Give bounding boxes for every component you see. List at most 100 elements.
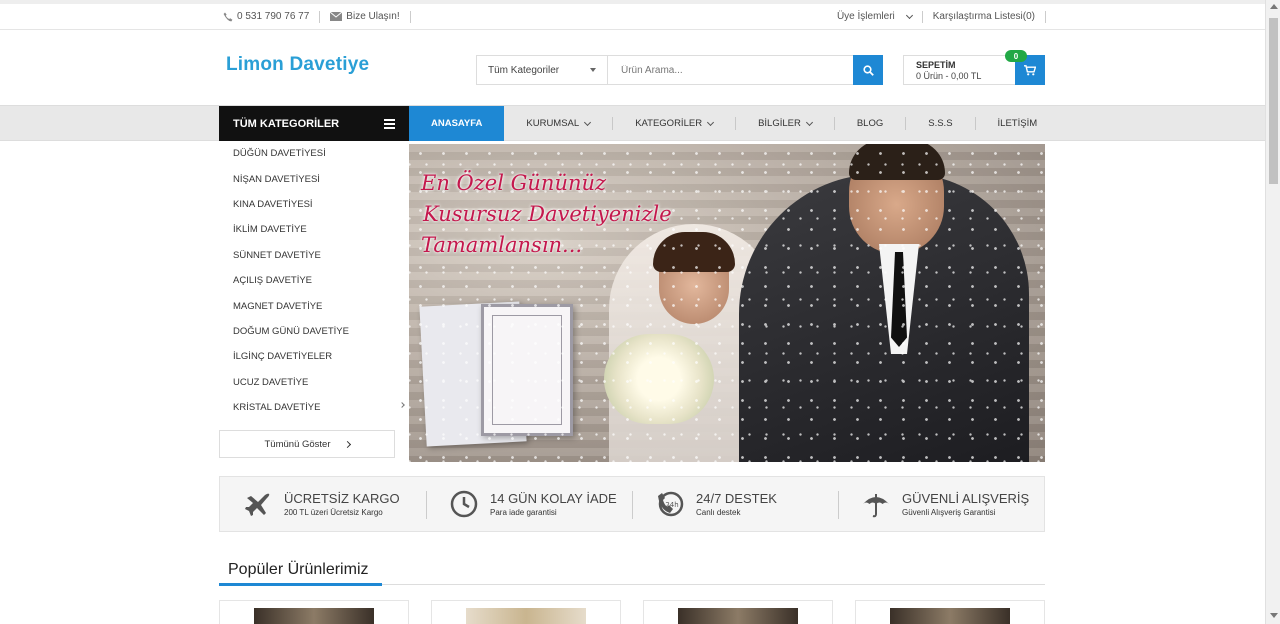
- cart-summary: 0 Ürün - 0,00 TL: [916, 71, 982, 81]
- phone-link[interactable]: 0 531 790 76 77: [219, 11, 313, 22]
- top-bar: 0 531 790 76 77 Bize Ulaşın! Üye İşlemle…: [0, 0, 1265, 30]
- feature-title: 14 GÜN KOLAY İADE: [490, 491, 617, 506]
- nav-item-home[interactable]: ANASAYFA: [409, 106, 505, 141]
- cart-count-badge: 0: [1005, 50, 1027, 62]
- nav-item-contact[interactable]: İLETİŞİM: [976, 106, 1060, 141]
- all-categories-label: TÜM KATEGORİLER: [233, 117, 340, 130]
- contact-label: Bize Ulaşın!: [346, 11, 400, 22]
- category-item[interactable]: DOĞUM GÜNÜ DAVETİYE: [219, 319, 409, 344]
- header: Limon Davetiye Tüm Kategoriler SEPETİM 0…: [0, 30, 1265, 105]
- nav-item-info[interactable]: BİLGİLER: [736, 106, 834, 141]
- phone-number: 0 531 790 76 77: [237, 11, 310, 22]
- airplane-icon: [245, 493, 270, 516]
- all-categories-button[interactable]: TÜM KATEGORİLER: [219, 106, 409, 141]
- product-image: [466, 608, 586, 624]
- category-item[interactable]: İLGİNÇ DAVETİYELER: [219, 344, 409, 369]
- category-item[interactable]: NİŞAN DAVETİYESİ: [219, 166, 409, 191]
- page-scrollbar[interactable]: [1265, 0, 1280, 624]
- hero-line-2: Kusursuz Davetiyenizle: [423, 202, 672, 226]
- feature-subtitle: Para iade garantisi: [490, 508, 557, 517]
- category-label: DOĞUM GÜNÜ DAVETİYE: [233, 325, 349, 337]
- nav-label: KATEGORİLER: [635, 118, 703, 129]
- scroll-down-arrow-icon[interactable]: [1270, 613, 1278, 618]
- cart-icon: [1024, 64, 1036, 75]
- search-bar: Tüm Kategoriler: [476, 55, 883, 85]
- category-label: DÜĞÜN DAVETİYESİ: [233, 148, 326, 160]
- category-item[interactable]: MAGNET DAVETİYE: [219, 293, 409, 318]
- main-menu: ANASAYFA KURUMSAL KATEGORİLER BİLGİLER B…: [409, 106, 1059, 141]
- search-input[interactable]: [608, 56, 853, 84]
- phone-icon: [223, 12, 233, 22]
- show-all-label: Tümünü Göster: [264, 438, 331, 450]
- feature-secure-shopping: GÜVENLİ ALIŞVERİŞ Güvenli Alışveriş Gara…: [838, 477, 1044, 531]
- cart-title: SEPETİM: [916, 60, 956, 70]
- category-item[interactable]: KINA DAVETİYESİ: [219, 192, 409, 217]
- scroll-up-arrow-icon[interactable]: [1270, 4, 1278, 9]
- main-navbar: TÜM KATEGORİLER ANASAYFA KURUMSAL KATEGO…: [0, 105, 1265, 141]
- umbrella-icon: [863, 494, 889, 518]
- divider: [921, 10, 923, 23]
- section-divider-accent: [219, 583, 382, 586]
- feature-title: 24/7 DESTEK: [696, 491, 777, 506]
- nav-item-corporate[interactable]: KURUMSAL: [504, 106, 612, 141]
- feature-subtitle: 200 TL üzeri Ücretsiz Kargo: [284, 508, 383, 517]
- nav-label: İLETİŞİM: [997, 118, 1038, 129]
- feature-title: GÜVENLİ ALIŞVERİŞ: [902, 491, 1030, 506]
- category-item[interactable]: AÇILIŞ DAVETİYE: [219, 268, 409, 293]
- product-card[interactable]: [643, 600, 833, 624]
- site-logo[interactable]: Limon Davetiye: [226, 54, 369, 76]
- nav-label: ANASAYFA: [431, 118, 483, 129]
- account-menu[interactable]: Üye İşlemleri: [833, 11, 916, 22]
- hero-line-1: En Özel Gününüz: [421, 171, 607, 195]
- hamburger-icon: [384, 118, 395, 129]
- product-card[interactable]: [855, 600, 1045, 624]
- envelope-icon: [330, 12, 343, 21]
- nav-item-categories[interactable]: KATEGORİLER: [613, 106, 735, 141]
- category-item[interactable]: İKLİM DAVETİYE: [219, 217, 409, 242]
- divider: [319, 10, 321, 23]
- feature-support: 24h 24/7 DESTEK Canlı destek: [632, 477, 838, 531]
- search-icon: [862, 64, 874, 76]
- category-item[interactable]: DÜĞÜN DAVETİYESİ: [219, 141, 409, 166]
- compare-list-link[interactable]: Karşılaştırma Listesi(0): [929, 11, 1039, 22]
- cart-widget[interactable]: SEPETİM 0 Ürün - 0,00 TL 0: [903, 50, 1045, 85]
- divider: [1045, 10, 1046, 23]
- search-category-label: Tüm Kategoriler: [488, 64, 560, 76]
- category-item[interactable]: KRİSTAL DAVETİYE: [219, 395, 409, 420]
- nav-item-faq[interactable]: S.S.S: [906, 106, 974, 141]
- contact-link[interactable]: Bize Ulaşın!: [326, 11, 403, 22]
- product-card[interactable]: [219, 600, 409, 624]
- feature-free-shipping: ÜCRETSİZ KARGO 200 TL üzeri Ücretsiz Kar…: [220, 477, 426, 531]
- nav-label: BLOG: [856, 118, 884, 129]
- category-item[interactable]: UCUZ DAVETİYE: [219, 370, 409, 395]
- chevron-down-icon: [584, 118, 592, 126]
- chevron-down-icon: [707, 118, 715, 126]
- hero-banner[interactable]: En Özel Gününüz Kusursuz Davetiyenizle T…: [409, 144, 1045, 462]
- search-category-select[interactable]: Tüm Kategoriler: [477, 56, 608, 84]
- nav-label: BİLGİLER: [758, 118, 801, 129]
- category-label: SÜNNET DAVETİYE: [233, 249, 321, 261]
- chevron-down-icon: [805, 118, 813, 126]
- scrollbar-thumb[interactable]: [1269, 18, 1278, 184]
- category-item[interactable]: SÜNNET DAVETİYE: [219, 243, 409, 268]
- caret-down-icon: [590, 68, 596, 72]
- show-all-categories-button[interactable]: Tümünü Göster: [219, 430, 395, 458]
- divider: [409, 10, 411, 23]
- category-label: AÇILIŞ DAVETİYE: [233, 275, 313, 287]
- nav-item-blog[interactable]: BLOG: [835, 106, 905, 141]
- chevron-right-icon: [343, 440, 351, 448]
- support-24h-icon: 24h: [658, 491, 684, 517]
- nav-label: S.S.S: [928, 118, 953, 129]
- chevron-down-icon: [905, 11, 913, 19]
- feature-easy-return: 14 GÜN KOLAY İADE Para iade garantisi: [426, 477, 632, 531]
- feature-subtitle: Güvenli Alışveriş Garantisi: [902, 508, 996, 517]
- popular-products-title: Popüler Ürünlerimiz: [228, 561, 369, 578]
- product-card[interactable]: [431, 600, 621, 624]
- category-label: MAGNET DAVETİYE: [233, 300, 323, 312]
- category-label: UCUZ DAVETİYE: [233, 376, 309, 388]
- search-button[interactable]: [853, 55, 883, 85]
- category-label: İKLİM DAVETİYE: [233, 224, 307, 236]
- category-label: NİŞAN DAVETİYESİ: [233, 173, 320, 185]
- hero-line-3: Tamamlansın...: [421, 233, 583, 257]
- account-label: Üye İşlemleri: [836, 11, 895, 22]
